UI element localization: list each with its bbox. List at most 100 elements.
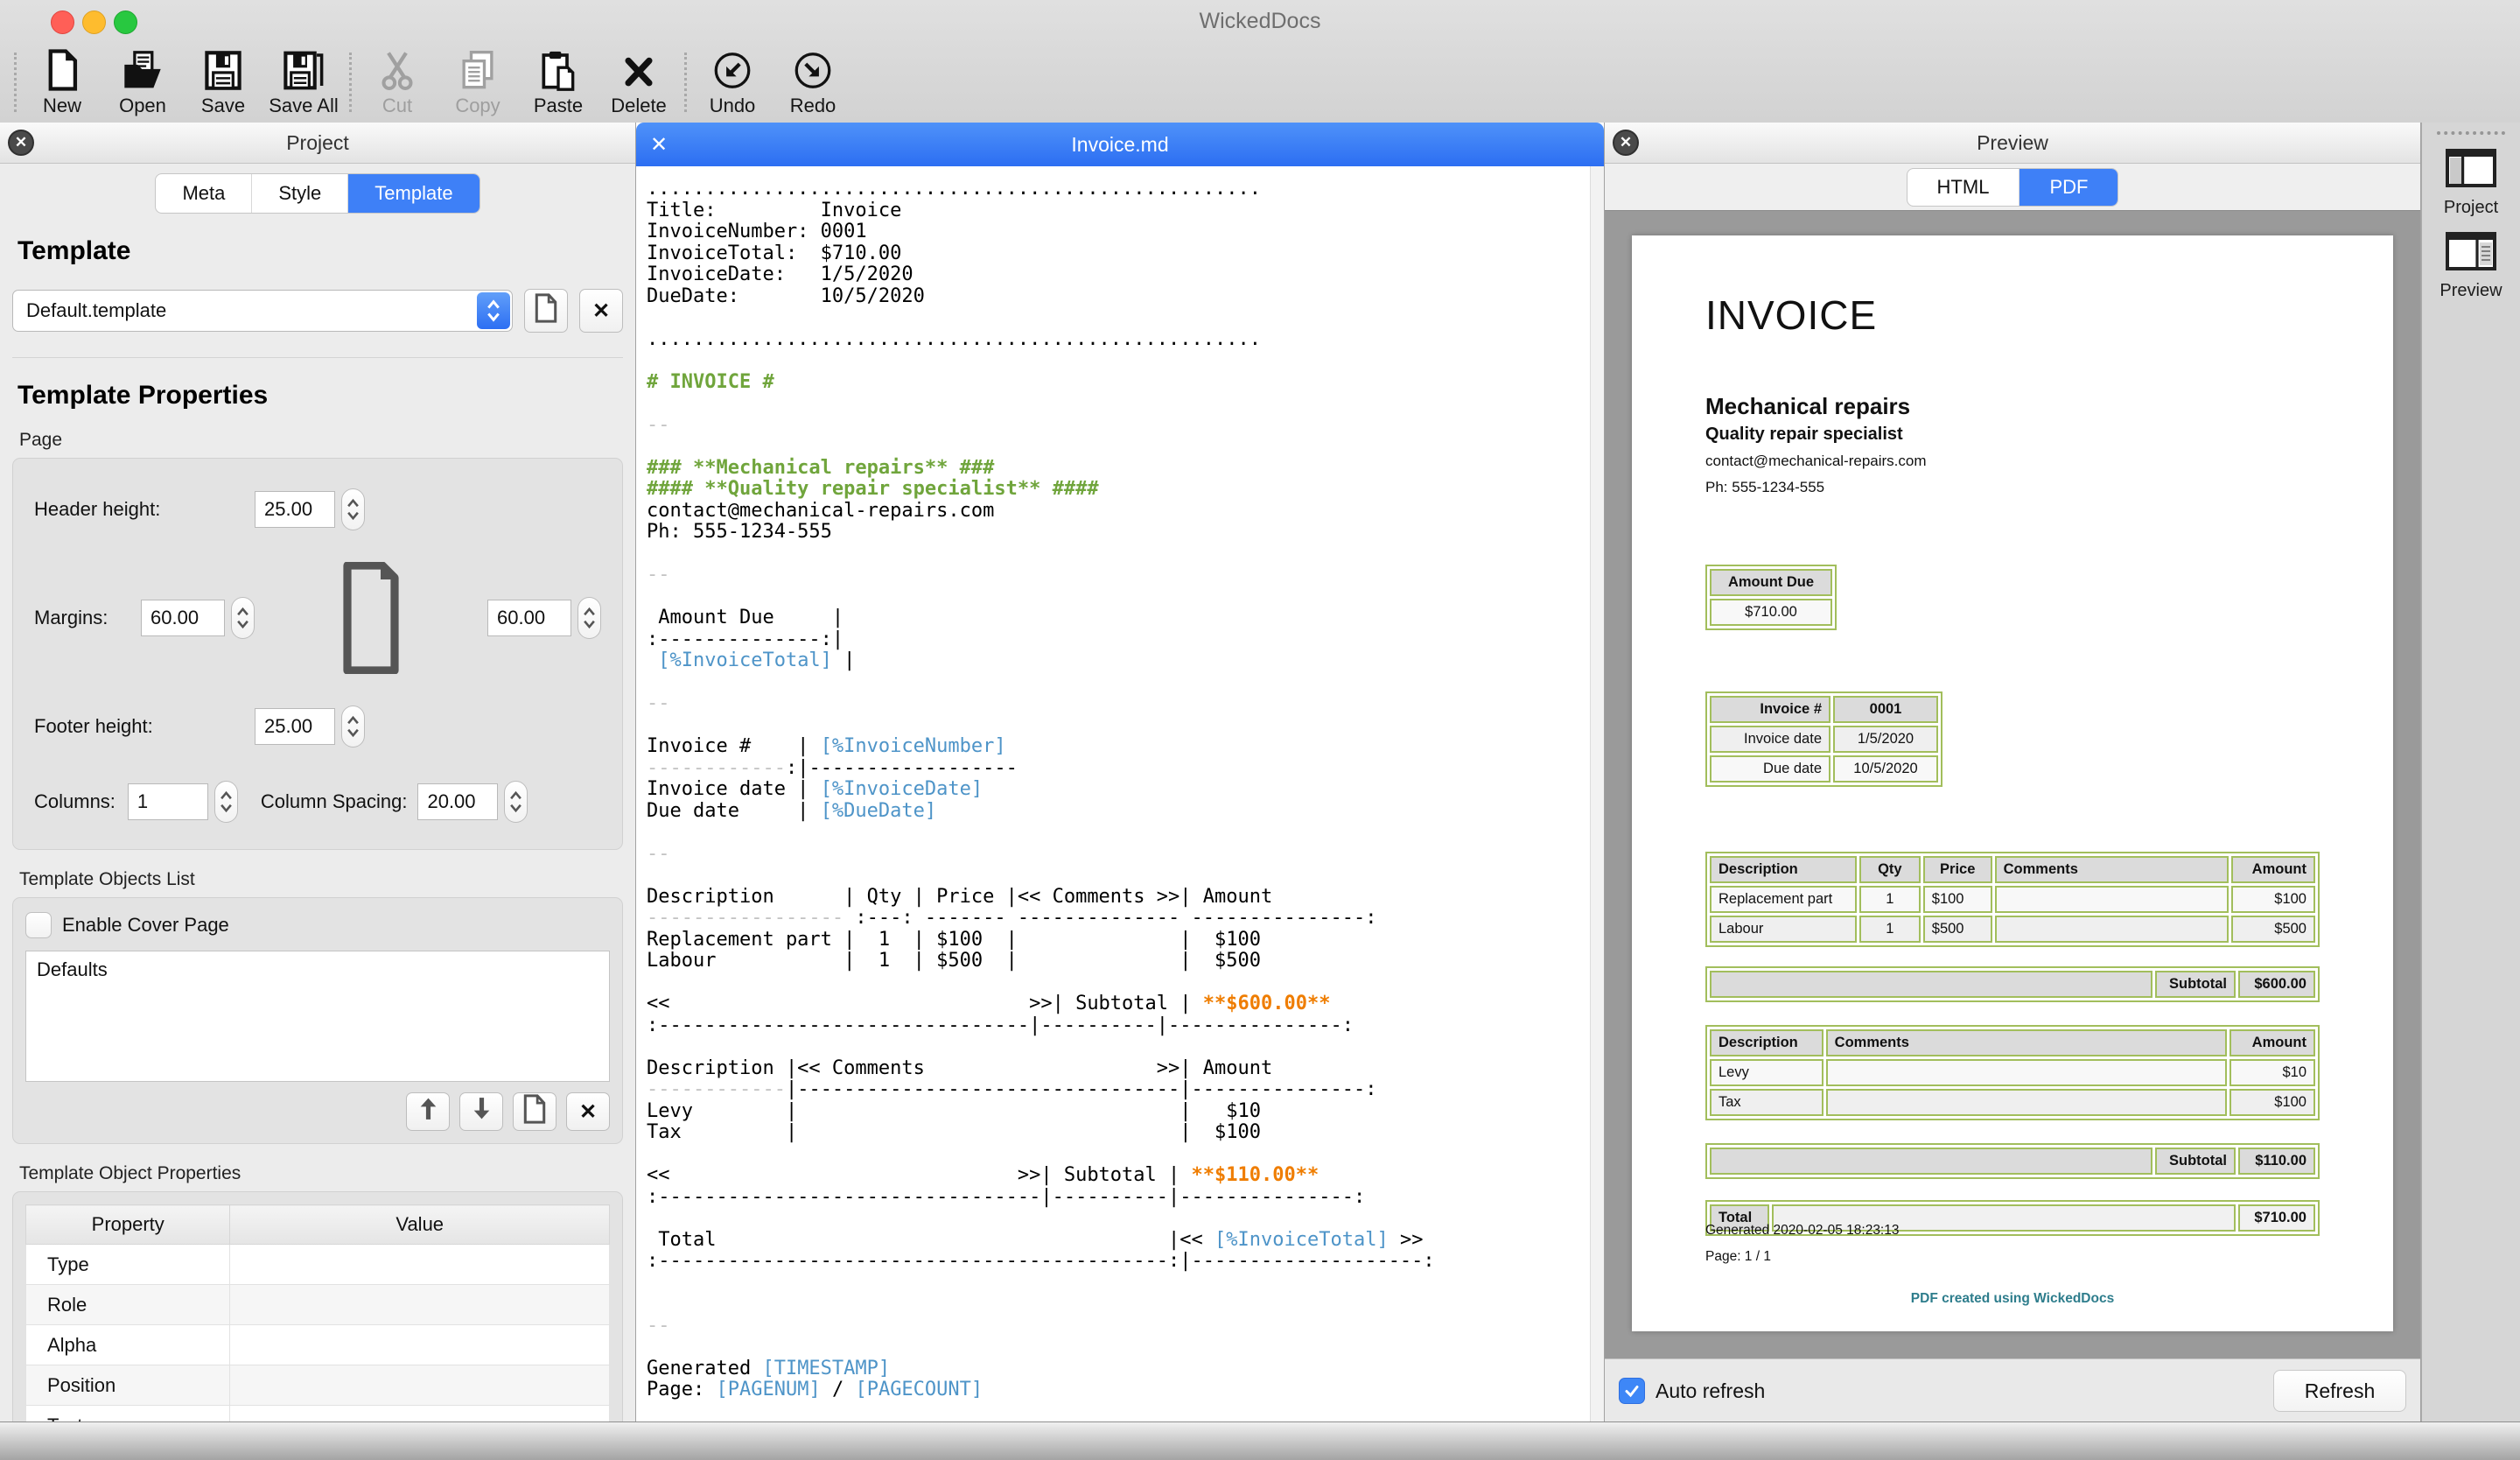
table-cell [1995, 886, 2229, 913]
total-value: $710.00 [2238, 1204, 2315, 1232]
window-titlebar: WickedDocs NewOpenSaveSave AllCutCopyPas… [0, 0, 2520, 123]
property-row[interactable]: Alpha [26, 1325, 610, 1365]
columns-input[interactable]: 1 [128, 783, 208, 820]
property-name: Position [26, 1365, 230, 1406]
tab-template[interactable]: Template [347, 174, 479, 213]
redo-button[interactable]: Redo [773, 47, 853, 117]
table-row: Labour1$500$500 [1710, 916, 2315, 943]
preview-panel: ✕ Preview HTMLPDF INVOICE Mechanical rep… [1605, 123, 2421, 1422]
paste-button[interactable]: Paste [518, 47, 598, 117]
save-button[interactable]: Save [183, 47, 263, 117]
column-spacing-input[interactable]: 20.00 [417, 783, 498, 820]
new-template-button[interactable] [524, 289, 568, 333]
footer-note: PDF created using WickedDocs [1632, 1291, 2393, 1307]
footer-height-input[interactable]: 25.00 [255, 708, 335, 745]
auto-refresh-checkbox[interactable] [1619, 1378, 1645, 1404]
items-table: DescriptionQtyPriceCommentsAmount Replac… [1705, 852, 2320, 947]
table-row: Replacement part1$100$100 [1710, 886, 2315, 913]
property-row[interactable]: Position [26, 1365, 610, 1406]
new-button[interactable]: New [22, 47, 102, 117]
delete-template-button[interactable]: ✕ [579, 289, 623, 333]
delete-button[interactable]: Delete [598, 47, 679, 117]
header-height-input[interactable]: 25.00 [255, 491, 335, 528]
select-chevrons-icon [477, 292, 510, 329]
margin-left-input[interactable]: 60.00 [141, 600, 225, 636]
editor-scrollbar[interactable] [1590, 166, 1604, 1422]
remove-object-button[interactable]: ✕ [566, 1092, 610, 1131]
save-all-button[interactable]: Save All [263, 47, 344, 117]
margin-right-input[interactable]: 60.00 [487, 600, 571, 636]
move-object-down-button[interactable] [459, 1092, 503, 1131]
sidebar-item-preview[interactable]: Preview [2422, 232, 2520, 301]
margin-right-stepper[interactable] [578, 597, 601, 639]
close-editor-icon[interactable]: ✕ [650, 123, 668, 166]
property-value[interactable] [230, 1325, 610, 1365]
property-row[interactable]: Text [26, 1406, 610, 1423]
invoice-title: INVOICE [1705, 291, 2320, 339]
pdf-page: INVOICE Mechanical repairs Quality repai… [1632, 235, 2393, 1331]
table-cell: 1 [1859, 916, 1921, 943]
property-value[interactable] [230, 1285, 610, 1325]
meta-label: Invoice date [1710, 726, 1830, 753]
object-properties-label: Template Object Properties [19, 1163, 623, 1184]
project-panel-title: Project [286, 131, 349, 155]
header-height-label: Header height: [34, 498, 255, 521]
toolbar-item-label: Paste [534, 95, 583, 117]
template-select[interactable]: Default.template [12, 290, 513, 332]
editor-body[interactable]: ........................................… [636, 166, 1604, 1422]
tab-meta[interactable]: Meta [156, 174, 251, 213]
property-value[interactable] [230, 1406, 610, 1423]
meta-label: Invoice # [1710, 696, 1830, 723]
meta-value: 0001 [1833, 696, 1938, 723]
open-button[interactable]: Open [102, 47, 183, 117]
property-value[interactable] [230, 1365, 610, 1406]
subtotal-value: $600.00 [2238, 971, 2315, 998]
preview-tabs: HTMLPDF [1907, 168, 2119, 207]
table-cell [1826, 1089, 2227, 1116]
close-project-panel-icon[interactable]: ✕ [8, 130, 34, 156]
list-item[interactable]: Defaults [37, 958, 598, 981]
preview-tab-pdf[interactable]: PDF [2019, 169, 2118, 206]
subtotal-value: $110.00 [2238, 1148, 2315, 1175]
move-object-up-button[interactable] [406, 1092, 450, 1131]
tab-style[interactable]: Style [251, 174, 347, 213]
page-info: Page: 1 / 1 [1705, 1249, 1771, 1265]
table-cell: Replacement part [1710, 886, 1857, 913]
window-bottom-strip [0, 1421, 2520, 1460]
columns-label: Columns: [34, 790, 116, 813]
add-object-button[interactable] [513, 1092, 556, 1131]
refresh-button[interactable]: Refresh [2273, 1370, 2406, 1412]
preview-panel-header: ✕ Preview [1605, 123, 2420, 164]
close-preview-panel-icon[interactable]: ✕ [1613, 130, 1639, 156]
enable-cover-page-checkbox[interactable] [25, 912, 52, 938]
columns-stepper[interactable] [214, 781, 238, 823]
sidebar-item-project[interactable]: Project [2422, 149, 2520, 218]
table-cell: $500 [1923, 916, 1992, 943]
project-panel-icon [2446, 149, 2496, 193]
editor-text[interactable]: ........................................… [636, 166, 1590, 1422]
column-header: Amount [2231, 856, 2315, 883]
preview-tab-html[interactable]: HTML [1908, 169, 2020, 206]
template-heading: Template [18, 236, 623, 266]
enable-cover-page-label: Enable Cover Page [62, 914, 229, 937]
amount-due-value: $710.00 [1710, 599, 1832, 626]
table-row: Levy$10 [1710, 1059, 2315, 1086]
new-page-icon [522, 1094, 547, 1130]
property-row[interactable]: Role [26, 1285, 610, 1325]
pdf-viewer[interactable]: INVOICE Mechanical repairs Quality repai… [1605, 210, 2420, 1358]
header-height-stepper[interactable] [341, 488, 365, 530]
footer-height-stepper[interactable] [341, 705, 365, 748]
undo-button[interactable]: Undo [692, 47, 773, 117]
table-cell [1826, 1059, 2227, 1086]
column-header: Amount [2230, 1029, 2315, 1056]
template-objects-list[interactable]: Defaults [25, 951, 610, 1082]
table-cell: $100 [2230, 1089, 2315, 1116]
column-spacing-stepper[interactable] [504, 781, 528, 823]
auto-refresh-label: Auto refresh [1656, 1379, 1765, 1403]
property-row[interactable]: Type [26, 1245, 610, 1285]
property-name: Alpha [26, 1325, 230, 1365]
table-cell: $10 [2230, 1059, 2315, 1086]
property-value[interactable] [230, 1245, 610, 1285]
drag-handle-dots[interactable] [2437, 131, 2505, 135]
margin-left-stepper[interactable] [231, 597, 255, 639]
